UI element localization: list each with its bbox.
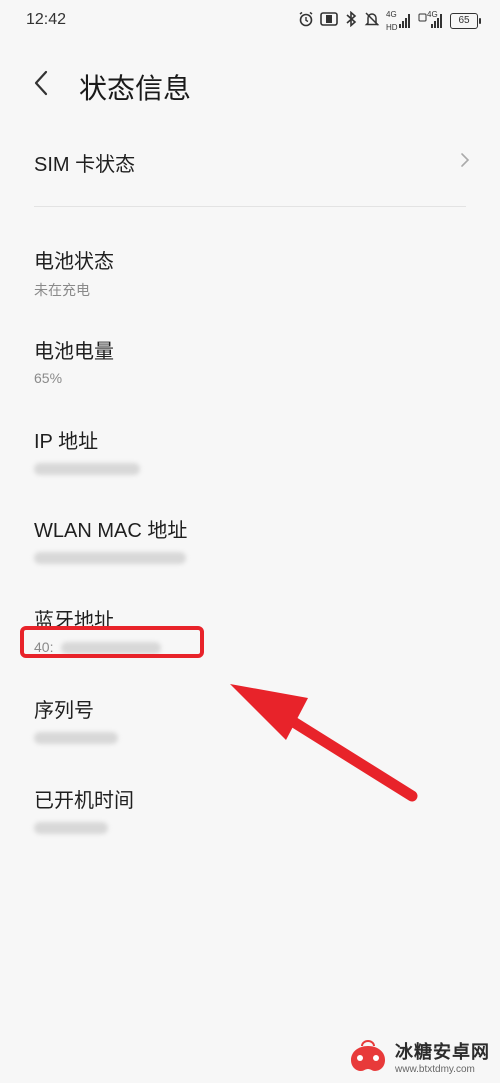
watermark: 冰糖安卓网 www.btxtdmy.com bbox=[347, 1038, 490, 1075]
watermark-text: 冰糖安卓网 www.btxtdmy.com bbox=[395, 1038, 490, 1075]
watermark-logo-icon bbox=[351, 1039, 385, 1071]
watermark-name: 冰糖安卓网 bbox=[395, 1042, 490, 1062]
watermark-url: www.btxtdmy.com bbox=[395, 1064, 475, 1075]
annotation-arrow-icon bbox=[230, 684, 418, 802]
